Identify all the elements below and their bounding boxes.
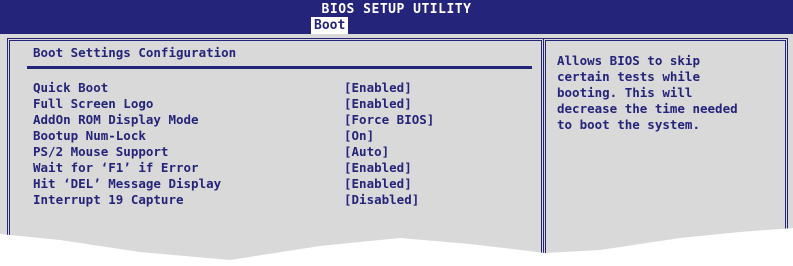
section-divider xyxy=(27,66,532,69)
setting-label: Quick Boot xyxy=(33,80,109,95)
setting-row-bootup-num-lock[interactable]: Bootup Num-Lock [On] xyxy=(33,128,533,144)
setting-label: Hit ‘DEL’ Message Display xyxy=(33,176,222,191)
settings-list: Quick Boot [Enabled] Full Screen Logo [E… xyxy=(33,80,533,208)
setting-label: PS/2 Mouse Support xyxy=(33,144,169,159)
setting-value[interactable]: [Enabled] xyxy=(344,176,412,192)
setting-label: AddOn ROM Display Mode xyxy=(33,112,199,127)
section-title: Boot Settings Configuration xyxy=(33,45,237,60)
setting-value[interactable]: [Enabled] xyxy=(344,96,412,112)
setting-row-quick-boot[interactable]: Quick Boot [Enabled] xyxy=(33,80,533,96)
setting-row-wait-for-f1[interactable]: Wait for ‘F1’ if Error [Enabled] xyxy=(33,160,533,176)
setting-label: Wait for ‘F1’ if Error xyxy=(33,160,199,175)
setting-row-interrupt-19-capture[interactable]: Interrupt 19 Capture [Disabled] xyxy=(33,192,533,208)
bios-screen: BIOS SETUP UTILITY Boot Boot Settings Co… xyxy=(0,0,793,266)
setting-label: Full Screen Logo xyxy=(33,96,154,111)
setting-value[interactable]: [Enabled] xyxy=(344,160,412,176)
setting-value[interactable]: [Disabled] xyxy=(344,192,419,208)
setting-row-addon-rom-display-mode[interactable]: AddOn ROM Display Mode [Force BIOS] xyxy=(33,112,533,128)
setting-row-ps2-mouse-support[interactable]: PS/2 Mouse Support [Auto] xyxy=(33,144,533,160)
tab-boot[interactable]: Boot xyxy=(311,17,349,34)
setting-value[interactable]: [On] xyxy=(344,128,374,144)
window-title: BIOS SETUP UTILITY xyxy=(321,2,472,17)
setting-value[interactable]: [Enabled] xyxy=(344,80,412,96)
setting-label: Interrupt 19 Capture xyxy=(33,192,184,207)
setting-row-hit-del-message[interactable]: Hit ‘DEL’ Message Display [Enabled] xyxy=(33,176,533,192)
setting-value[interactable]: [Auto] xyxy=(344,144,389,160)
setting-label: Bootup Num-Lock xyxy=(33,128,146,143)
setting-row-full-screen-logo[interactable]: Full Screen Logo [Enabled] xyxy=(33,96,533,112)
title-bar: BIOS SETUP UTILITY Boot xyxy=(0,0,793,34)
help-text: Allows BIOS to skip certain tests while … xyxy=(557,53,738,132)
setting-value[interactable]: [Force BIOS] xyxy=(344,112,434,128)
